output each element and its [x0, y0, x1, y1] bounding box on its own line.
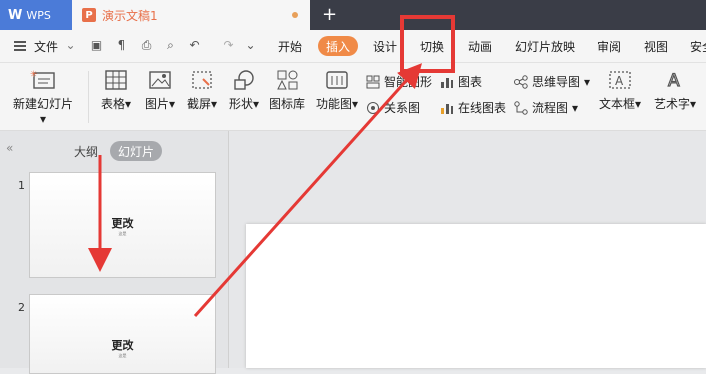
online-chart-button[interactable]: 在线图表: [440, 99, 506, 116]
tab-view[interactable]: 视图: [644, 38, 668, 55]
shape-icon: [231, 69, 257, 91]
redo-icon[interactable]: ↷: [222, 39, 235, 52]
screenshot-icon: [189, 69, 215, 91]
function-chart-icon: [324, 69, 350, 91]
slide-panel: « 大纲 幻灯片 1 更改 这是 2 更改 这是: [0, 131, 229, 374]
document-tab[interactable]: P 演示文稿1: [72, 0, 310, 30]
picture-label: 图片: [144, 97, 169, 111]
wordart-icon: A: [662, 69, 688, 91]
slide-thumbnail-subtitle: 这是: [118, 231, 127, 236]
textbox-icon: A: [607, 69, 633, 91]
presentation-icon: P: [82, 8, 96, 22]
slide-thumbnail-2[interactable]: 更改 这是: [29, 294, 216, 374]
flow-chart-icon: [514, 100, 528, 115]
wps-app-name: WPS: [26, 8, 51, 22]
textbox-label: 文本框: [598, 97, 635, 111]
file-menu[interactable]: 文件: [34, 38, 58, 55]
new-slide-button[interactable]: ✳ 新建幻灯片▾: [10, 69, 76, 126]
picture-button[interactable]: 图片▾: [140, 69, 180, 112]
slide-number: 1: [18, 179, 25, 192]
wps-home-tab[interactable]: W WPS: [0, 0, 72, 30]
annotation-highlight-box: [400, 15, 455, 73]
shape-button[interactable]: 形状▾: [224, 69, 264, 112]
unsaved-dot-icon: [292, 12, 298, 18]
undo-icon[interactable]: ↶: [188, 39, 201, 52]
mind-map-button[interactable]: 思维导图 ▾: [514, 73, 590, 90]
wordart-button[interactable]: A 艺术字▾: [650, 69, 700, 112]
flow-chart-button[interactable]: 流程图 ▾: [514, 99, 578, 116]
wps-logo-icon: W: [8, 7, 23, 23]
document-title: 演示文稿1: [102, 8, 158, 23]
function-chart-label: 功能图: [315, 97, 352, 111]
menu-icon[interactable]: [14, 41, 26, 51]
online-chart-icon: [440, 101, 454, 115]
svg-text:A: A: [615, 74, 624, 88]
tab-slideshow[interactable]: 幻灯片放映: [515, 38, 575, 55]
tab-insert[interactable]: 插入: [318, 36, 358, 56]
mind-map-label: 思维导图: [532, 75, 581, 89]
chart-button[interactable]: 图表: [440, 73, 482, 90]
tab-design[interactable]: 设计: [373, 38, 397, 55]
slide-number: 2: [18, 301, 25, 314]
slide-thumbnail-title: 更改: [111, 339, 134, 352]
picture-icon: [147, 69, 173, 91]
screenshot-label: 截屏: [186, 97, 211, 111]
tab-animation[interactable]: 动画: [468, 38, 492, 55]
relation-chart-label: 关系图: [384, 101, 421, 115]
ribbon-divider: [88, 71, 89, 123]
slide-thumbnail-title: 更改: [111, 217, 134, 230]
tab-security[interactable]: 安全: [690, 38, 706, 55]
flow-chart-label: 流程图: [532, 101, 569, 115]
online-chart-label: 在线图表: [458, 101, 507, 115]
smart-graphic-icon: [366, 75, 380, 89]
relation-chart-icon: [366, 101, 380, 115]
chart-icon: [440, 75, 454, 89]
table-icon: [103, 69, 129, 91]
new-tab-button[interactable]: +: [322, 4, 337, 25]
current-slide[interactable]: [246, 224, 706, 368]
shape-label: 形状: [228, 97, 253, 111]
table-button[interactable]: 表格▾: [96, 69, 136, 112]
tab-review[interactable]: 审阅: [597, 38, 621, 55]
collapse-panel-icon[interactable]: «: [6, 141, 13, 155]
tab-outline[interactable]: 大纲: [74, 143, 98, 160]
svg-text:A: A: [668, 71, 680, 91]
tab-home[interactable]: 开始: [278, 38, 302, 55]
icon-library-button[interactable]: 图标库: [268, 69, 306, 112]
print-preview-icon[interactable]: ⌕: [164, 39, 177, 52]
wordart-label: 艺术字: [653, 97, 690, 111]
save-icon[interactable]: ▣: [90, 39, 103, 52]
screenshot-button[interactable]: 截屏▾: [182, 69, 222, 112]
tab-slides[interactable]: 幻灯片: [110, 141, 162, 161]
title-bar: W WPS P 演示文稿1 +: [0, 0, 706, 30]
icon-library-icon: [274, 69, 300, 91]
icon-library-label: 图标库: [268, 97, 305, 111]
function-chart-button[interactable]: 功能图▾: [312, 69, 362, 112]
chart-label: 图表: [458, 75, 483, 89]
menu-bar: 文件 ⌄ ▣ ¶ ⎙ ⌕ ↶ ↷ ⌄ 开始 插入 设计 切换 动画 幻灯片放映 …: [0, 30, 706, 63]
smart-graphic-button[interactable]: 智能图形: [366, 73, 432, 90]
mind-map-icon: [514, 74, 528, 89]
slide-thumbnail-1[interactable]: 更改 这是: [29, 172, 216, 278]
format-painter-icon[interactable]: ¶: [115, 39, 128, 52]
smart-graphic-label: 智能图形: [384, 75, 433, 89]
textbox-button[interactable]: A 文本框▾: [596, 69, 644, 112]
relation-chart-button[interactable]: 关系图: [366, 99, 420, 116]
table-label: 表格: [100, 97, 125, 111]
new-slide-label: 新建幻灯片: [12, 97, 73, 111]
customize-chevron-icon[interactable]: ⌄: [244, 39, 257, 52]
slide-thumbnail-subtitle: 这是: [118, 353, 127, 358]
ribbon-toolbar: ✳ 新建幻灯片▾ 表格▾ 图片▾ 截屏▾ 形状▾ 图标库 功能图▾ 智能图形 关…: [0, 63, 706, 131]
chevron-down-icon[interactable]: ⌄: [64, 39, 77, 52]
print-icon[interactable]: ⎙: [140, 39, 153, 52]
svg-text:✳: ✳: [30, 70, 38, 80]
new-slide-icon: ✳: [30, 69, 56, 91]
